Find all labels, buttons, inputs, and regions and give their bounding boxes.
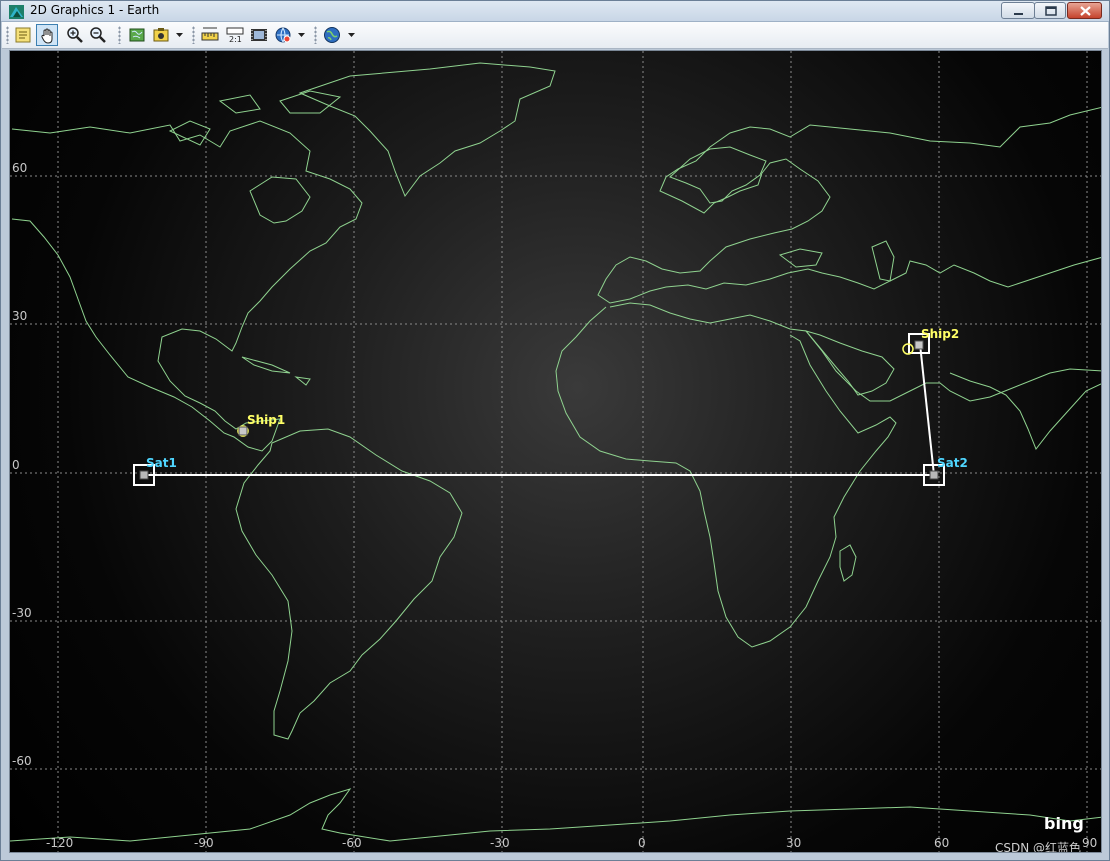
zoom-out-icon	[90, 27, 106, 43]
properties-button[interactable]	[12, 24, 34, 46]
link-lines	[144, 343, 935, 476]
lat-label-minus60: -60	[12, 754, 32, 768]
measure-icon	[201, 27, 219, 41]
title-bar[interactable]: 2D Graphics 1 - Earth	[1, 1, 1109, 22]
lat-label-30: 30	[12, 309, 28, 323]
map-button[interactable]	[126, 24, 148, 46]
lon-label-minus30: -30	[490, 836, 510, 850]
lon-label-30: 30	[786, 836, 802, 850]
globe-link-icon	[275, 27, 291, 43]
globe-button[interactable]	[321, 24, 343, 46]
zoom-in-icon	[67, 27, 83, 43]
lon-label-minus60: -60	[342, 836, 362, 850]
ship1-marker	[237, 425, 249, 437]
lat-label-60: 60	[12, 161, 28, 175]
film-icon	[251, 29, 267, 41]
coastlines	[10, 62, 1101, 842]
lat-label-minus30: -30	[12, 606, 32, 620]
watermark-text: CSDN @红蓝色	[995, 841, 1082, 853]
map-icon	[129, 28, 145, 42]
pan-button[interactable]	[36, 24, 58, 46]
toolbar-grip[interactable]	[6, 26, 9, 44]
zoom-in-button[interactable]	[64, 24, 86, 46]
lon-label-60: 60	[934, 836, 950, 850]
toolbar: 2:1	[2, 22, 1108, 49]
lon-label-minus90: -90	[194, 836, 214, 850]
snapshot-button[interactable]	[150, 24, 172, 46]
pan-icon	[41, 28, 53, 44]
globe-icon	[324, 27, 340, 43]
snapshot-icon	[153, 28, 169, 42]
film-button[interactable]	[248, 24, 270, 46]
toolbar-dropdown-3[interactable]	[346, 25, 357, 45]
chevron-down-icon	[176, 33, 183, 37]
sat2-label[interactable]: Sat2	[937, 456, 968, 470]
properties-icon	[15, 27, 31, 43]
svg-text:2:1: 2:1	[229, 35, 242, 44]
map-graphics	[10, 51, 1101, 852]
ship2-label[interactable]: Ship2	[921, 327, 959, 341]
scale-icon: 2:1	[226, 27, 244, 44]
ship1-label[interactable]: Ship1	[247, 413, 285, 427]
window-title: 2D Graphics 1 - Earth	[30, 3, 160, 17]
lat-label-0: 0	[12, 458, 20, 472]
lon-label-0: 0	[638, 836, 646, 850]
toolbar-separator	[118, 26, 121, 44]
toolbar-dropdown-1[interactable]	[174, 25, 185, 45]
close-button[interactable]	[1067, 2, 1102, 19]
chevron-down-icon	[298, 33, 305, 37]
sat1-label[interactable]: Sat1	[146, 456, 177, 470]
zoom-out-button[interactable]	[87, 24, 109, 46]
lon-label-90: 90	[1082, 836, 1098, 850]
scale-button[interactable]: 2:1	[224, 24, 246, 46]
toolbar-separator	[314, 26, 317, 44]
app-icon	[9, 4, 24, 19]
lon-label-minus120: -120	[46, 836, 74, 850]
chevron-down-icon	[348, 33, 355, 37]
globe-link-button[interactable]	[272, 24, 294, 46]
minimize-button[interactable]	[1001, 2, 1035, 19]
map-canvas[interactable]: 60 30 0 -30 -60 -120 -90 -60 -30 0 30 60…	[9, 50, 1102, 853]
toolbar-dropdown-2[interactable]	[296, 25, 307, 45]
bing-logo: bing	[1044, 814, 1084, 833]
maximize-button[interactable]	[1034, 2, 1066, 19]
toolbar-separator	[192, 26, 195, 44]
earth-graphics-window: 2D Graphics 1 - Earth 2:1 60 30 0 -30 -6…	[0, 0, 1110, 861]
measure-button[interactable]	[199, 24, 221, 46]
map-grid	[10, 51, 1101, 852]
